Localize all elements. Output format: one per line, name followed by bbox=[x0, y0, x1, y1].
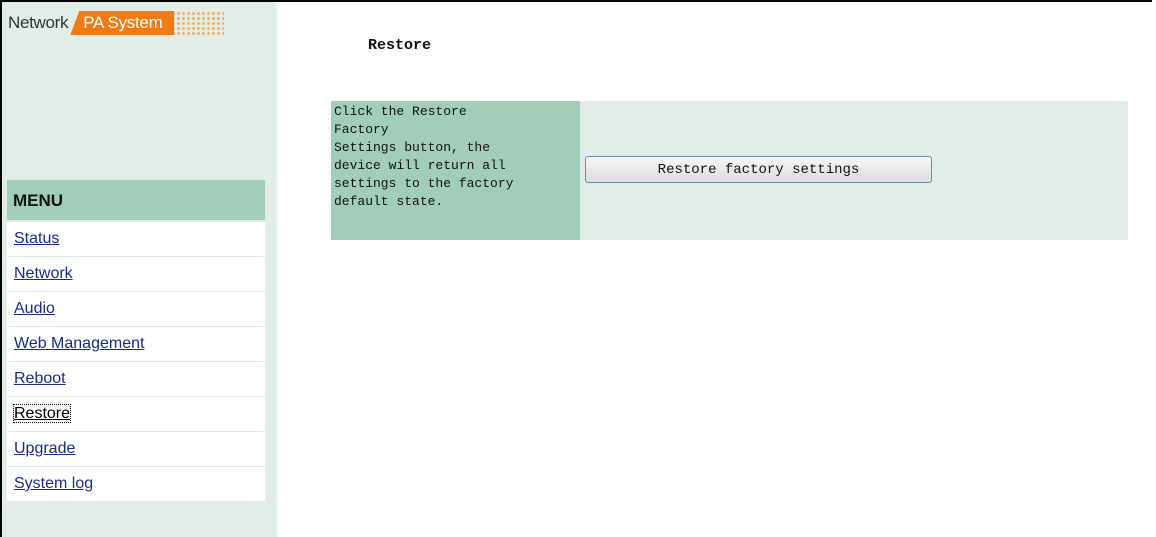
restore-factory-settings-button[interactable]: Restore factory settings bbox=[585, 156, 932, 183]
menu-link-restore[interactable]: Restore bbox=[12, 404, 72, 423]
menu-link-upgrade[interactable]: Upgrade bbox=[14, 440, 75, 457]
menu-item-restore: Restore bbox=[7, 397, 265, 432]
logo-dots-decoration bbox=[166, 11, 225, 35]
menu-item-reboot: Reboot bbox=[7, 362, 265, 397]
description-line: default state. bbox=[334, 194, 444, 209]
menu-link-reboot[interactable]: Reboot bbox=[14, 370, 66, 387]
page-title: Restore bbox=[368, 37, 432, 54]
restore-action-cell: Restore factory settings bbox=[580, 101, 1128, 240]
restore-description: Click the Restore Factory Settings butto… bbox=[331, 101, 580, 240]
menu-item-audio: Audio bbox=[7, 292, 265, 327]
logo-network-text: Network bbox=[8, 13, 69, 32]
menu-item-upgrade: Upgrade bbox=[7, 432, 265, 467]
menu-item-network: Network bbox=[7, 257, 265, 292]
menu-link-network[interactable]: Network bbox=[14, 265, 73, 282]
description-line: Settings button, the bbox=[334, 140, 491, 155]
menu-link-web-management[interactable]: Web Management bbox=[14, 335, 144, 352]
menu-link-status[interactable]: Status bbox=[14, 230, 59, 247]
menu-item-system-log: System log bbox=[7, 467, 265, 502]
menu-item-status: Status bbox=[7, 222, 265, 257]
description-line: settings to the factory bbox=[334, 176, 514, 191]
brand-logo: Network PA System bbox=[8, 11, 225, 35]
menu-list: Status Network Audio Web Management Rebo… bbox=[7, 222, 265, 502]
menu-link-system-log[interactable]: System log bbox=[14, 475, 93, 492]
menu-item-web-management: Web Management bbox=[7, 327, 265, 362]
restore-panel: Click the Restore Factory Settings butto… bbox=[331, 101, 1128, 240]
description-line: Factory bbox=[334, 122, 389, 137]
menu-link-audio[interactable]: Audio bbox=[14, 300, 55, 317]
menu-header: MENU bbox=[7, 180, 265, 220]
description-line: device will return all bbox=[334, 158, 506, 173]
sidebar: Network PA System MENU Status Network Au… bbox=[2, 2, 278, 537]
description-line: Click the Restore bbox=[334, 104, 467, 119]
logo-pa-system-text: PA System bbox=[70, 11, 167, 35]
